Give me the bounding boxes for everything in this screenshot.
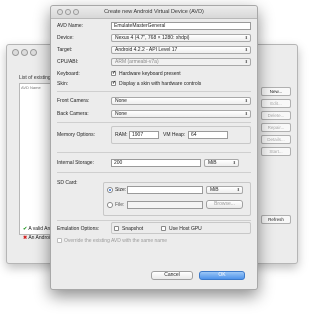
sd-size-radio[interactable] <box>107 187 113 193</box>
delete-avd-button[interactable]: Delete... <box>261 111 291 120</box>
keyboard-label: Keyboard: <box>57 71 80 77</box>
target-label: Target: <box>57 47 73 53</box>
override-label: Override the existing AVD with the same … <box>64 238 168 244</box>
front-camera-label: Front Camera: <box>57 98 90 104</box>
back-camera-value: None <box>115 111 127 117</box>
ram-label: RAM: <box>115 132 128 138</box>
window-controls <box>12 49 39 58</box>
back-camera-select[interactable]: None ⬍ <box>111 110 251 118</box>
device-label: Device: <box>57 35 74 41</box>
updown-arrows-icon: ⬍ <box>244 111 248 116</box>
sd-size-unit-value: MiB <box>210 187 219 193</box>
skin-label: Skin: <box>57 81 69 87</box>
repair-avd-button[interactable]: Repair... <box>261 123 291 132</box>
divider <box>57 172 251 173</box>
back-camera-label: Back Camera: <box>57 111 89 117</box>
ram-input[interactable]: 1907 <box>129 131 159 139</box>
updown-arrows-icon: ⬍ <box>244 59 248 64</box>
front-camera-select[interactable]: None ⬍ <box>111 97 251 105</box>
edit-avd-button[interactable]: Edit... <box>261 99 291 108</box>
cpu-abi-select[interactable]: ARM (armeabi-v7a) ⬍ <box>111 58 251 66</box>
front-camera-value: None <box>115 98 127 104</box>
cpu-abi-label: CPU/ABI: <box>57 59 79 65</box>
create-avd-dialog: Create new Android Virtual Device (AVD) … <box>50 5 258 290</box>
updown-arrows-icon: ⬍ <box>232 160 236 165</box>
sd-card-label: SD Card: <box>57 180 78 186</box>
keyboard-checkbox-label: Hardware keyboard present <box>119 71 181 77</box>
refresh-button[interactable]: Refresh <box>261 215 291 224</box>
use-host-gpu-label: Use Host GPU <box>169 226 202 232</box>
avd-name-input[interactable]: EmulateMasterGeneral <box>111 22 251 30</box>
vm-heap-input[interactable]: 64 <box>188 131 228 139</box>
memory-options-label: Memory Options: <box>57 132 96 138</box>
cpu-abi-value: ARM (armeabi-v7a) <box>115 59 159 65</box>
avd-name-label: AVD Name: <box>57 23 84 29</box>
divider <box>57 91 251 92</box>
divider <box>57 220 251 221</box>
internal-storage-input[interactable]: 200 <box>111 159 201 167</box>
divider <box>57 152 251 153</box>
sd-file-label: File: <box>115 202 125 208</box>
emulation-options-label: Emulation Options: <box>57 226 100 232</box>
updown-arrows-icon: ⬍ <box>236 187 240 192</box>
internal-storage-unit-value: MiB <box>208 160 217 166</box>
browse-button[interactable]: Browse... <box>206 200 243 209</box>
device-value: Nexus 4 (4.7", 768 × 1280: xhdpi) <box>115 35 190 41</box>
status-valid-text: A valid An <box>28 226 51 232</box>
skin-checkbox[interactable]: ✓ <box>111 81 116 86</box>
target-select[interactable]: Android 4.2.2 - API Level 17 ⬍ <box>111 46 251 54</box>
skin-checkbox-label: Display a skin with hardware controls <box>119 81 202 87</box>
sd-file-radio[interactable] <box>107 202 113 208</box>
snapshot-checkbox[interactable] <box>114 226 119 231</box>
target-value: Android 4.2.2 - API Level 17 <box>115 47 178 53</box>
use-host-gpu-checkbox[interactable] <box>161 226 166 231</box>
status-error: ✖ An Androi <box>23 235 50 241</box>
divider <box>57 122 251 123</box>
cancel-button[interactable]: Cancel <box>151 271 193 280</box>
device-select[interactable]: Nexus 4 (4.7", 768 × 1280: xhdpi) ⬍ <box>111 34 251 42</box>
details-avd-button[interactable]: Details... <box>261 135 291 144</box>
status-valid: ✔ A valid An <box>23 226 50 232</box>
checkmark-icon: ✔ <box>23 226 28 232</box>
internal-storage-unit-select[interactable]: MiB ⬍ <box>204 159 239 167</box>
snapshot-label: Snapshot <box>122 226 144 232</box>
vm-heap-label: VM Heap: <box>163 132 186 138</box>
dialog-titlebar: Create new Android Virtual Device (AVD) <box>51 6 257 19</box>
sd-size-label: Size: <box>115 187 127 193</box>
close-window-icon[interactable] <box>12 49 19 56</box>
updown-arrows-icon: ⬍ <box>244 47 248 52</box>
minimize-window-icon[interactable] <box>21 49 28 56</box>
start-avd-button[interactable]: Start... <box>261 147 291 156</box>
new-avd-button[interactable]: New... <box>261 87 291 96</box>
internal-storage-label: Internal Storage: <box>57 160 94 166</box>
sd-size-input[interactable] <box>127 186 203 194</box>
sd-file-input[interactable] <box>127 201 203 209</box>
keyboard-checkbox[interactable]: ✓ <box>111 71 116 76</box>
status-error-text: An Androi <box>28 235 51 241</box>
dialog-title: Create new Android Virtual Device (AVD) <box>104 9 204 15</box>
error-x-icon: ✖ <box>23 235 28 241</box>
zoom-window-icon[interactable] <box>30 49 37 56</box>
updown-arrows-icon: ⬍ <box>244 98 248 103</box>
avd-list-header: AVD Name <box>21 85 41 90</box>
updown-arrows-icon: ⬍ <box>244 35 248 40</box>
avd-list-label: List of existing <box>19 75 51 81</box>
avd-list[interactable] <box>19 83 51 235</box>
override-checkbox[interactable] <box>57 238 62 243</box>
ok-button[interactable]: OK <box>199 271 245 280</box>
sd-size-unit-select[interactable]: MiB ⬍ <box>206 186 243 194</box>
